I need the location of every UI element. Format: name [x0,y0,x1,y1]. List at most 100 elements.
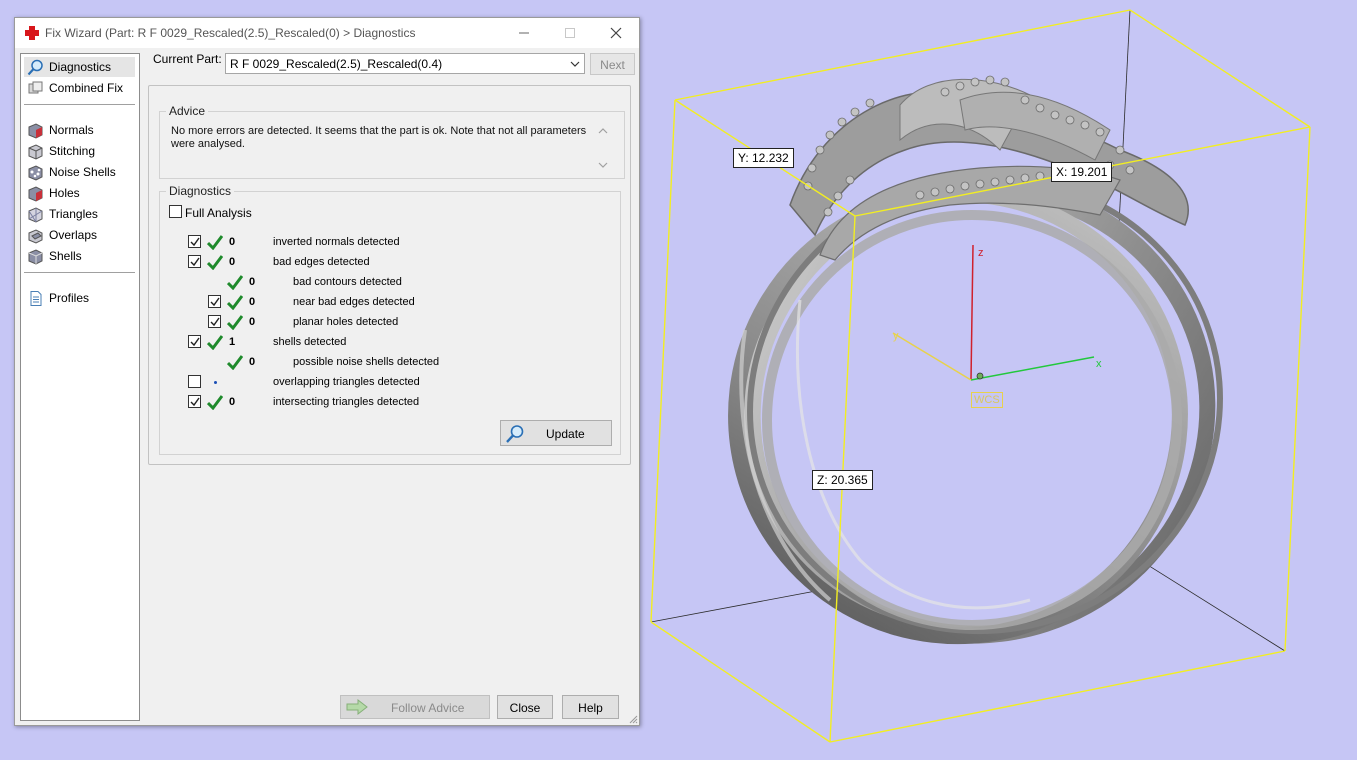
checkmark-icon [190,337,200,347]
nav-item-label: Shells [49,249,82,263]
minimize-button[interactable] [501,18,547,48]
nav-item-label: Triangles [49,207,98,221]
ok-check-icon [207,235,223,250]
origin-marker [976,372,984,380]
next-button-label: Next [600,58,625,72]
row-label: bad edges detected [273,256,370,268]
close-icon [610,27,622,39]
ok-check-icon [227,295,243,310]
row-count: 0 [249,296,256,308]
dimension-z-label: Z: 20.365 [812,470,873,490]
row-count: 0 [249,276,256,288]
ok-check-icon [227,355,243,370]
full-analysis-label: Full Analysis [185,206,252,220]
title-bar[interactable]: Fix Wizard (Part: R F 0029_Rescaled(2.5)… [15,18,639,48]
row-checkbox[interactable] [188,255,201,268]
row-checkbox[interactable] [188,235,201,248]
nav-item-profiles[interactable]: Profiles [24,288,135,308]
nav-item-stitching[interactable]: Stitching [24,141,135,161]
ring-shape [728,75,1223,645]
window-title: Fix Wizard (Part: R F 0029_Rescaled(2.5)… [45,26,416,40]
nav-item-diagnostics[interactable]: Diagnostics [24,57,135,77]
row-count: 1 [229,336,236,348]
row-checkbox[interactable] [188,395,201,408]
update-button-label: Update [546,427,585,441]
nav-item-label: Combined Fix [49,81,124,95]
dimension-x-label: X: 19.201 [1051,162,1113,182]
row-count: 0 [249,356,256,368]
overlaps-icon [28,229,43,244]
row-checkbox[interactable] [188,375,201,388]
row-checkbox[interactable] [208,295,221,308]
help-button-label: Help [578,701,603,715]
nav-item-label: Overlaps [49,228,98,242]
row-count: 0 [249,316,256,328]
x-axis-label: x [1096,358,1102,370]
row-count: 0 [229,396,236,408]
red-cross-app-icon [25,26,39,40]
full-analysis-checkbox[interactable] [169,205,182,218]
close-button[interactable]: Close [497,695,553,719]
diagnostics-group-title: Diagnostics [166,184,235,198]
next-button[interactable]: Next [590,53,635,75]
checkmark-icon [190,397,200,407]
nav-item-label: Holes [49,186,80,200]
fix-wizard-dialog: Fix Wizard (Part: R F 0029_Rescaled(2.5)… [14,17,640,726]
advice-text: No more errors are detected. It seems th… [171,125,587,150]
ok-check-icon [207,255,223,270]
nav-item-shells[interactable]: Shells [24,246,135,266]
nav-item-label: Profiles [49,291,90,305]
row-count: 0 [229,256,236,268]
diag-row-overlapping-triangles: overlapping triangles detected [188,374,628,392]
row-checkbox[interactable] [188,335,201,348]
nav-item-label: Normals [49,123,94,137]
maximize-icon [565,28,575,38]
ok-check-icon [227,275,243,290]
row-label: possible noise shells detected [293,356,440,368]
y-axis-label: y [893,330,899,342]
nav-item-holes[interactable]: Holes [24,183,135,203]
nav-item-normals[interactable]: Normals [24,120,135,140]
help-button[interactable]: Help [562,695,619,719]
nav-item-triangles[interactable]: Triangles [24,204,135,224]
advice-scrollbar[interactable] [595,124,611,172]
nav-divider [24,272,135,273]
follow-advice-label: Follow Advice [391,701,465,715]
dimension-y-label: Y: 12.232 [733,148,794,168]
nav-item-noise-shells[interactable]: Noise Shells [24,162,135,182]
nav-item-overlaps[interactable]: Overlaps [24,225,135,245]
row-count: 0 [229,236,236,248]
follow-advice-button[interactable]: Follow Advice [340,695,490,719]
row-checkbox[interactable] [208,315,221,328]
profiles-document-icon [30,291,42,306]
row-label: inverted normals detected [273,236,400,248]
diag-row-noise-shells: 0 possible noise shells detected [188,354,628,372]
ok-check-icon [227,315,243,330]
resize-grip-icon[interactable] [628,714,638,724]
update-button[interactable]: Update [500,420,612,446]
current-part-select[interactable]: R F 0029_Rescaled(2.5)_Rescaled(0.4) [225,53,585,74]
normals-cube-icon [28,123,43,139]
cube-stack-icon [28,81,43,94]
magnifier-icon [506,425,524,443]
checkmark-icon [210,297,220,307]
row-label: planar holes detected [293,316,399,328]
close-window-button[interactable] [593,18,639,48]
diag-row-shells: 1 shells detected [188,334,628,352]
diag-row-intersecting-triangles: 0 intersecting triangles detected [188,394,628,412]
diag-row-bad-contours: 0 bad contours detected [188,274,628,292]
diag-row-near-bad-edges: 0 near bad edges detected [188,294,628,312]
stitching-cube-icon [28,144,43,160]
close-button-label: Close [509,701,541,715]
row-label: intersecting triangles detected [273,396,420,408]
arrow-right-icon [346,699,368,715]
checkmark-icon [190,237,200,247]
triangles-icon [28,207,43,223]
checkmark-icon [210,317,220,327]
maximize-button[interactable] [547,18,593,48]
nav-item-combined-fix[interactable]: Combined Fix [24,78,135,98]
magnifier-icon [27,59,43,76]
nav-divider [24,104,135,105]
row-label: near bad edges detected [293,296,415,308]
noise-shells-icon [28,165,43,181]
